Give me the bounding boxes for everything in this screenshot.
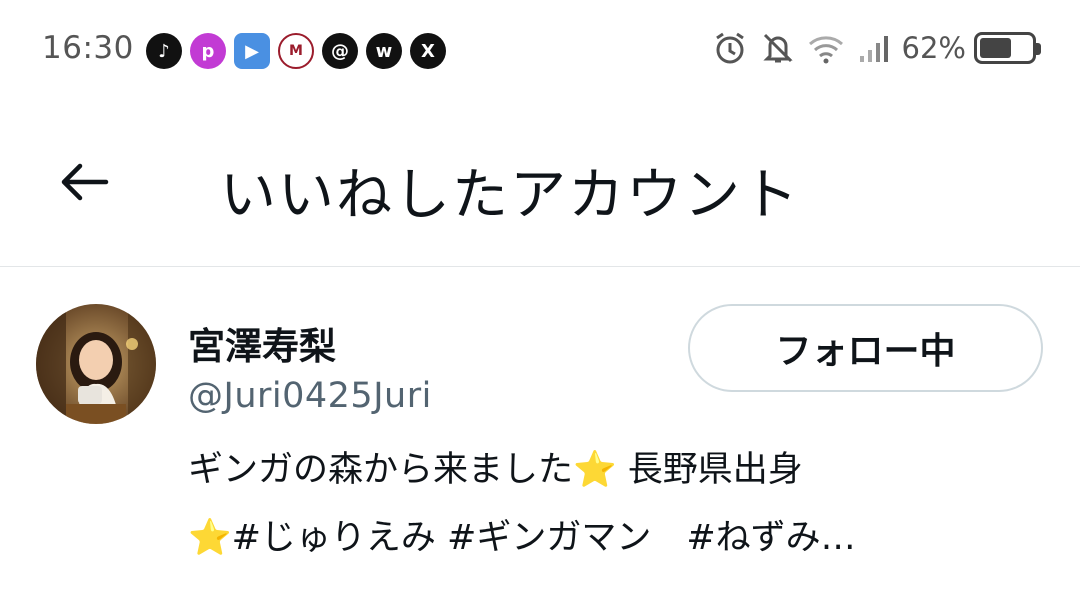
page-header: いいねしたアカウント — [0, 120, 1080, 266]
threads-icon: @ — [322, 33, 358, 69]
signal-icon — [854, 28, 894, 68]
avatar[interactable] — [36, 304, 156, 424]
status-bar: 16:30 ♪ p ▶ M @ w X 62% — [0, 0, 1080, 100]
system-status: 62% — [710, 28, 1041, 68]
battery-level — [980, 38, 1011, 58]
wifi-icon — [806, 28, 846, 68]
alarm-icon — [710, 28, 750, 68]
notification-icons: ♪ p ▶ M @ w X — [146, 33, 446, 69]
status-time: 16:30 — [42, 30, 134, 66]
mobile-app-icon: M — [278, 33, 314, 69]
following-button[interactable]: フォロー中 — [688, 304, 1043, 392]
user-list-item[interactable]: 宮澤寿梨 @Juri0425Juri フォロー中 ギンガの森から来ました⭐ 長野… — [0, 268, 1080, 593]
x-icon: X — [410, 33, 446, 69]
user-display-name[interactable]: 宮澤寿梨 — [188, 316, 336, 370]
youtube-icon: ▶ — [234, 33, 270, 69]
mute-bell-icon — [758, 28, 798, 68]
user-bio: ギンガの森から来ました⭐ 長野県出身 ⭐#じゅりえみ #ギンガマン #ねずみ… — [188, 436, 1028, 572]
bio-line-1: ギンガの森から来ました⭐ 長野県出身 — [188, 450, 803, 490]
battery-percent: 62% — [901, 31, 966, 65]
user-handle: @Juri0425Juri — [188, 376, 432, 416]
weverse-icon: w — [366, 33, 402, 69]
header-divider — [0, 266, 1080, 267]
bio-line-2: ⭐#じゅりえみ #ギンガマン #ねずみ… — [188, 518, 856, 558]
battery-icon — [974, 32, 1041, 64]
page-title: いいねしたアカウント — [220, 163, 800, 228]
tiktok-icon: ♪ — [146, 33, 182, 69]
arrow-left-icon — [61, 163, 109, 201]
pixiv-icon: p — [190, 33, 226, 69]
back-button[interactable] — [52, 150, 116, 214]
